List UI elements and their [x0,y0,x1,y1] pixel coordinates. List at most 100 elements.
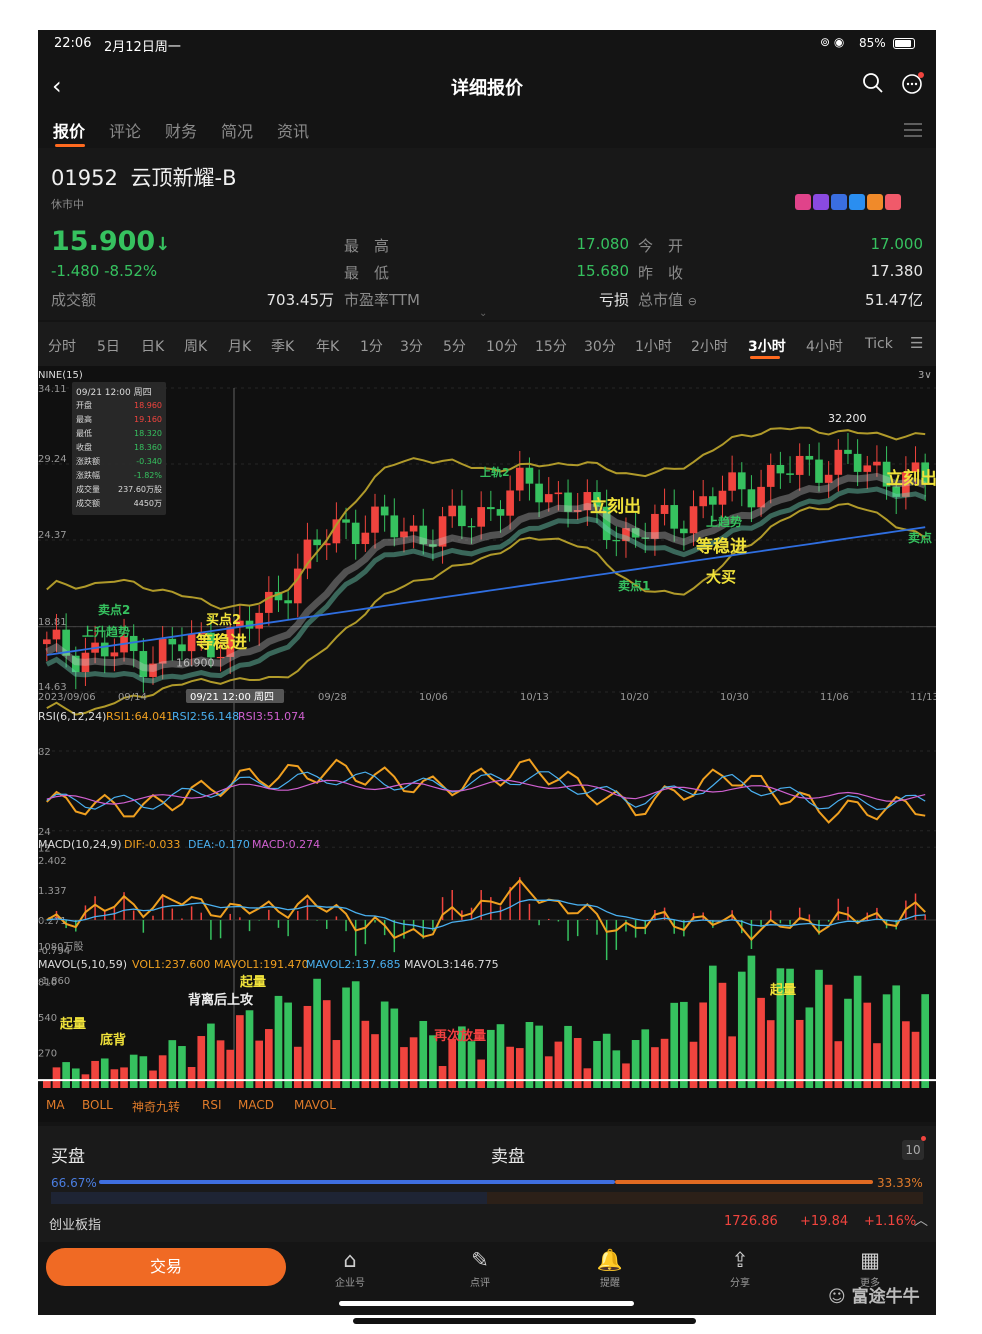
tab-profile[interactable]: 简况 [221,118,253,142]
candle [680,528,688,534]
indicator-tab-0[interactable]: MA [46,1098,65,1112]
volume-signal: 背离后上攻 [188,992,254,1008]
search-icon[interactable] [862,72,884,94]
tooltip-value: 237.60万股 [118,485,162,494]
tooltip-key: 涨跌幅 [76,470,100,480]
volume-bar [419,1020,428,1088]
candle [747,489,756,508]
buy-percent: 66.67% [51,1176,97,1190]
candle [554,492,563,495]
signal-label: 上趋势 [706,514,742,529]
high-value: 17.080 [576,235,630,253]
volume-bar [892,985,901,1088]
buy-depth-row [51,1192,487,1204]
tab-comments[interactable]: 评论 [109,118,141,142]
candle [544,494,553,503]
market-badges [795,194,901,214]
candle [110,652,119,657]
quote-panel: 01952 云顶新耀-B 休市中 15.900↓ -1.480 -8.52% 成… [38,148,936,320]
indicator-tabs: MA BOLL 神奇九转 RSI MACD MAVOL [38,1088,936,1122]
index-change: +19.84 [800,1214,849,1229]
period-0[interactable]: 分时 [48,336,76,356]
period-3[interactable]: 周K [184,336,207,356]
period-2[interactable]: 日K [141,336,164,356]
volume-bar [564,1025,572,1088]
mcap-value: 51.47亿 [865,291,923,309]
kline-chart[interactable]: NINE(15) 3∨34.1129.2424.3718.8114.6332.20… [38,366,936,1088]
index-name[interactable]: 创业板指 [49,1214,101,1233]
sell-percent: 33.33% [877,1176,923,1190]
volume-bar [120,1067,128,1088]
candle [380,506,389,516]
indicator-tab-2[interactable]: 神奇九转 [132,1098,180,1115]
period-16[interactable]: 4小时 [806,336,843,356]
message-icon[interactable] [900,71,926,95]
volume-bar [805,1007,814,1088]
candle [400,531,408,538]
period-17[interactable]: Tick [865,336,893,352]
sell-side-label: 卖盘 [491,1147,525,1167]
period-1[interactable]: 5日 [97,336,120,356]
volume-bar [43,1080,51,1088]
tab-news[interactable]: 资讯 [277,118,309,142]
expand-chevron-icon[interactable]: ⌄ [479,308,487,319]
volume-bar [400,1047,408,1088]
bottom-item-1[interactable]: ✎ 点评 [450,1248,510,1289]
mcap-label[interactable]: 总市值 ⊖ [638,289,697,310]
period-10[interactable]: 10分 [486,336,518,356]
mavol-m1: MAVOL1:191.470 [214,958,309,971]
nav-bar: ‹ 详细报价 [38,66,936,106]
macd-dif-line [46,878,926,941]
grid-icon: ▦ [860,1248,880,1272]
indicator-tab-5[interactable]: MAVOL [294,1098,336,1112]
volume-bar [178,1046,186,1088]
period-5[interactable]: 季K [271,336,294,356]
period-15[interactable]: 3小时 [748,336,786,356]
info-icon[interactable]: ⊖ [688,295,697,308]
signal-label: 卖点1 [618,578,650,593]
period-6[interactable]: 年K [316,336,339,356]
rsi-tick: 82 [38,747,51,758]
indicator-tab-3[interactable]: RSI [202,1098,222,1112]
battery-icon [893,38,915,49]
period-7[interactable]: 1分 [360,336,383,356]
trade-button[interactable]: 交易 [46,1248,286,1286]
bottom-item-label: 点评 [470,1278,490,1289]
tooltip-value: 18.960 [134,401,162,410]
indicator-tab-4[interactable]: MACD [238,1098,274,1112]
candle [515,467,524,491]
prev-close-value: 17.380 [870,262,924,280]
tab-finance[interactable]: 财务 [165,118,197,142]
low-label: 最 低 [344,264,390,282]
quote-tabs: 报价 评论 财务 简况 资讯 [38,116,936,147]
bottom-item-3[interactable]: ⇪ 分享 [710,1248,770,1289]
menu-icon[interactable] [904,122,922,138]
chevron-up-icon[interactable]: ︿ [914,1210,928,1230]
bottom-item-0[interactable]: ⌂ 企业号 [320,1248,380,1289]
period-4[interactable]: 月K [228,336,251,356]
chart-settings-icon[interactable]: ☰ [910,334,923,352]
period-9[interactable]: 5分 [443,336,466,356]
indicator-tab-1[interactable]: BOLL [82,1098,113,1112]
volume-bar [766,1020,775,1088]
period-8[interactable]: 3分 [400,336,423,356]
turnover-value: 703.45万 [266,291,335,309]
rsi2-label: RSI2:56.148 [172,710,239,723]
depth-selector[interactable]: 10 [902,1140,924,1160]
bottom-item-2[interactable]: 🔔 提醒 [580,1248,640,1289]
chart-area[interactable]: NINE(15) 3∨ 34.11 29.24 24.37 18.81 14.63 32.20… [38,366,936,1122]
volume-bar [380,1001,389,1088]
period-14[interactable]: 2小时 [691,336,728,356]
candle [487,507,495,510]
status-bar: 22:06 2月12日周一 ⊚ ◉ 85% [38,30,936,56]
period-11[interactable]: 15分 [535,336,567,356]
candle [718,490,727,505]
period-underline [750,356,780,359]
candle [757,486,765,508]
period-12[interactable]: 30分 [584,336,616,356]
tab-quote[interactable]: 报价 [53,118,85,142]
volume-bar [506,1046,514,1088]
index-value: 1726.86 [724,1214,778,1229]
x-tick: 10/13 [520,692,549,703]
period-13[interactable]: 1小时 [635,336,672,356]
